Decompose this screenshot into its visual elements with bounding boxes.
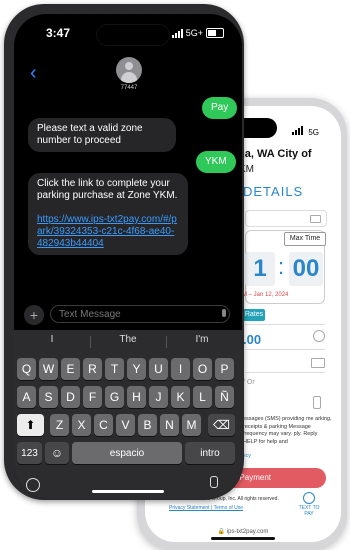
terms-link[interactable]: Terms of Use: [214, 505, 243, 511]
logo-text: TEXT TO PAY: [298, 505, 320, 517]
max-time-button[interactable]: Max Time: [284, 232, 326, 246]
key-o[interactable]: O: [193, 358, 212, 380]
key-g[interactable]: G: [105, 386, 124, 408]
dictation-icon[interactable]: [222, 309, 226, 317]
space-key[interactable]: espacio: [72, 442, 182, 464]
suggestion[interactable]: I'm: [164, 334, 240, 345]
messages-screen: 3:47 5G+ ‹ 77447 Pay Please text a valid…: [14, 14, 242, 498]
key-e[interactable]: E: [61, 358, 80, 380]
email-icon[interactable]: [311, 358, 325, 368]
incoming-message: Please text a valid zone number to proce…: [28, 118, 176, 152]
home-indicator[interactable]: [92, 490, 164, 493]
network-label: 5G: [308, 128, 319, 137]
phone-icon[interactable]: [313, 396, 321, 409]
globe-icon[interactable]: [26, 478, 40, 492]
time-colon: :: [278, 254, 285, 279]
key-z[interactable]: Z: [50, 414, 69, 436]
key-i[interactable]: I: [171, 358, 190, 380]
privacy-link[interactable]: Privacy Statement: [169, 505, 210, 511]
key-k[interactable]: K: [171, 386, 190, 408]
message-text: Click the link to complete your parking …: [37, 178, 178, 201]
hours-digit[interactable]: 1: [245, 252, 275, 286]
vehicle-field[interactable]: [245, 210, 327, 227]
amount-value: .00: [243, 332, 262, 347]
home-indicator[interactable]: [211, 537, 275, 540]
battery-icon: [206, 28, 224, 38]
front-phone-frame: 3:47 5G+ ‹ 77447 Pay Please text a valid…: [4, 4, 244, 500]
sms-consent-text: essages (SMS) providing me arking, recei…: [243, 416, 332, 445]
key-h[interactable]: H: [127, 386, 146, 408]
divider: [245, 349, 325, 350]
key-j[interactable]: J: [149, 386, 168, 408]
footer-links: Privacy Statement | Terms of Use: [169, 505, 244, 511]
outgoing-message: Pay: [202, 97, 238, 119]
signal-icon: [171, 28, 183, 38]
phone-logo-icon: [303, 492, 315, 504]
numbers-key[interactable]: 123: [17, 442, 42, 464]
or-label: / Or: [243, 379, 255, 386]
signal-icon: [292, 126, 304, 135]
contact-number[interactable]: 77447: [94, 85, 164, 91]
network-label: 5G+: [185, 28, 203, 38]
rates-button[interactable]: Rates: [243, 309, 265, 321]
emoji-key[interactable]: ☺: [45, 442, 69, 464]
key-m[interactable]: M: [182, 414, 201, 436]
key-r[interactable]: R: [83, 358, 102, 380]
backspace-key[interactable]: ⌫: [208, 414, 235, 436]
key-enye[interactable]: Ñ: [215, 386, 234, 408]
dollar-icon: [313, 330, 325, 342]
url-bar[interactable]: 🔒 ips-txt2pay.com: [145, 528, 341, 535]
keyboard: I The I'm Q W E R T Y U I O P A S D F G …: [14, 330, 242, 498]
plus-icon[interactable]: +: [24, 305, 44, 325]
dynamic-island: [96, 24, 170, 46]
key-y[interactable]: Y: [127, 358, 146, 380]
return-key[interactable]: intro: [185, 442, 235, 464]
key-c[interactable]: C: [94, 414, 113, 436]
url-text: ips-txt2pay.com: [226, 529, 269, 535]
text-to-pay-logo: TEXT TO PAY: [297, 492, 321, 517]
key-t[interactable]: T: [105, 358, 124, 380]
key-f[interactable]: F: [83, 386, 102, 408]
status-icons: 5G+: [171, 28, 224, 38]
key-q[interactable]: Q: [17, 358, 36, 380]
divider: [245, 324, 325, 325]
section-heading: DETAILS: [243, 184, 304, 199]
policy-link[interactable]: licy: [243, 453, 251, 459]
key-n[interactable]: N: [160, 414, 179, 436]
key-u[interactable]: U: [149, 358, 168, 380]
contact-avatar-icon[interactable]: [116, 57, 142, 83]
key-b[interactable]: B: [138, 414, 157, 436]
page-title: ma, WA City of: [235, 148, 312, 160]
key-x[interactable]: X: [72, 414, 91, 436]
outgoing-message: YKM: [196, 151, 236, 173]
card-icon: [310, 215, 321, 223]
key-l[interactable]: L: [193, 386, 212, 408]
minutes-digit[interactable]: 00: [289, 252, 323, 286]
shift-key[interactable]: ⬆: [17, 414, 44, 436]
key-p[interactable]: P: [215, 358, 234, 380]
back-chevron-icon[interactable]: ‹: [30, 62, 37, 85]
status-time: 3:47: [46, 26, 71, 40]
microphone-icon[interactable]: [210, 476, 218, 488]
key-w[interactable]: W: [39, 358, 58, 380]
parking-link[interactable]: https://www.ips-txt2pay.com/#/park/39324…: [37, 214, 177, 249]
key-s[interactable]: S: [39, 386, 58, 408]
message-input[interactable]: Text Message: [50, 305, 230, 323]
suggestion[interactable]: I: [14, 334, 90, 345]
suggestion[interactable]: The: [90, 334, 166, 345]
divider: [245, 372, 325, 373]
key-d[interactable]: D: [61, 386, 80, 408]
key-a[interactable]: A: [17, 386, 36, 408]
key-v[interactable]: V: [116, 414, 135, 436]
expiry-date: M – Jan 12, 2024: [242, 292, 289, 298]
incoming-message: Click the link to complete your parking …: [28, 173, 188, 255]
status-icons: 5G: [292, 126, 319, 137]
compose-bar: + Text Message: [24, 305, 242, 325]
